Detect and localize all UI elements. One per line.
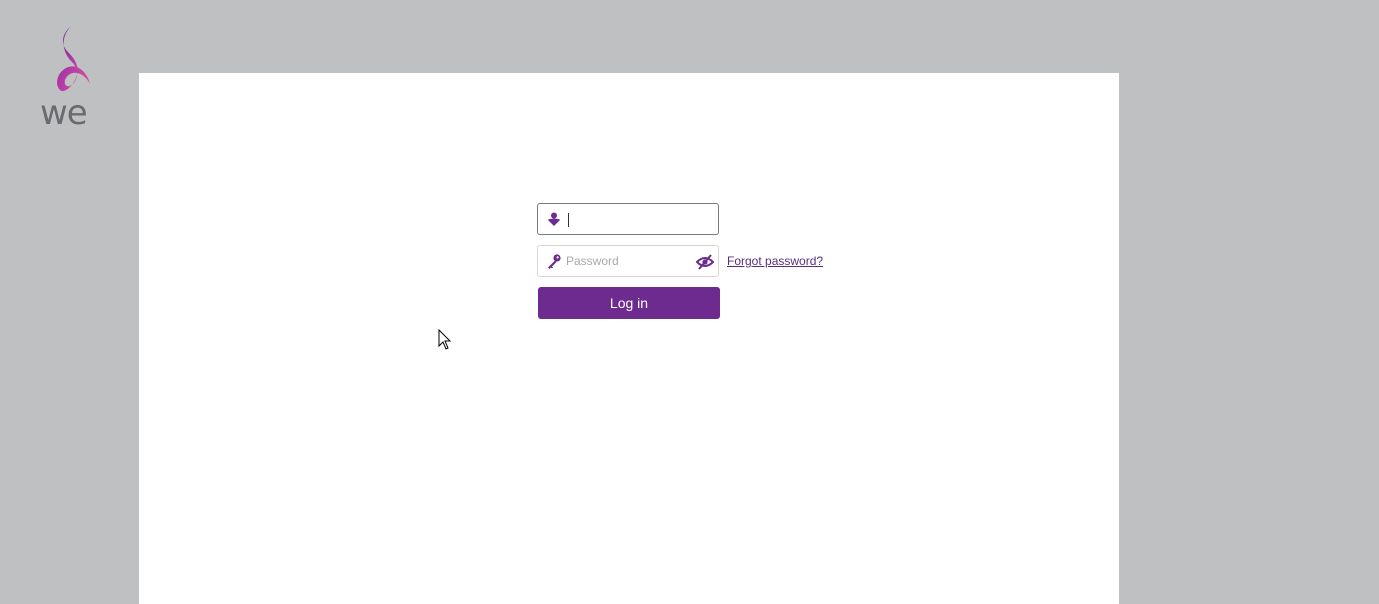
password-input[interactable] (566, 250, 692, 272)
key-icon (548, 254, 561, 269)
username-field[interactable] (537, 203, 719, 235)
user-icon (548, 212, 560, 226)
forgot-password-link[interactable]: Forgot password? (727, 254, 823, 268)
login-button[interactable]: Log in (538, 287, 720, 319)
eye-slash-icon[interactable] (696, 254, 714, 270)
password-field[interactable] (537, 245, 719, 277)
username-input[interactable] (566, 208, 692, 230)
we-logo: we (40, 26, 90, 128)
svg-text:we: we (40, 93, 87, 128)
login-panel: Forgot password? Log in (139, 73, 1119, 604)
login-page: we Forgot password? Log in (0, 0, 1379, 604)
text-caret (568, 213, 569, 227)
mouse-pointer-icon (438, 329, 452, 350)
